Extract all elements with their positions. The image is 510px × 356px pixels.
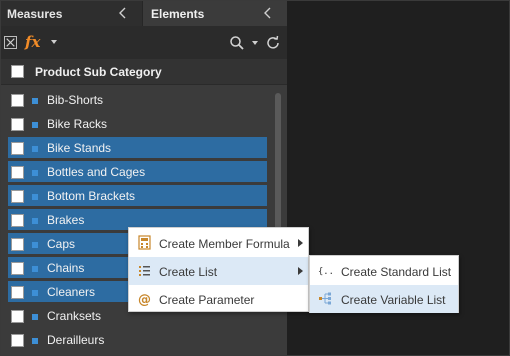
svg-text:@: @ [138, 293, 151, 307]
member-marker-icon [32, 314, 38, 320]
formula-fx-icon[interactable]: fx [25, 33, 40, 51]
menu-item-label: Create Member Formula [159, 237, 290, 251]
member-marker-icon [32, 242, 38, 248]
member-marker-icon [32, 290, 38, 296]
item-checkbox[interactable] [11, 310, 24, 323]
member-marker-icon [32, 338, 38, 344]
member-marker-icon [32, 194, 38, 200]
item-checkbox[interactable] [11, 334, 24, 347]
menu-item-label: Create Parameter [159, 293, 255, 307]
svg-text:{..}: {..} [318, 267, 333, 277]
member-marker-icon [32, 218, 38, 224]
collapse-chevron-icon[interactable] [116, 6, 130, 20]
item-label: Chains [47, 261, 85, 275]
list-item-selected[interactable]: Bottles and Cages [1, 161, 287, 185]
list-header-title: Product Sub Category [35, 65, 162, 79]
collapse-chevron-icon[interactable] [261, 6, 275, 20]
tab-elements-label: Elements [151, 6, 205, 21]
item-checkbox[interactable] [11, 286, 24, 299]
member-marker-icon [32, 98, 38, 104]
menu-item-create-variable-list[interactable]: Create Variable List [310, 285, 458, 313]
member-marker-icon [32, 266, 38, 272]
menu-item-create-member-formula[interactable]: Create Member Formula [129, 229, 308, 257]
item-checkbox[interactable] [11, 190, 24, 203]
toolbar: fx [1, 26, 287, 59]
search-icon[interactable] [229, 35, 245, 51]
item-label: Bib-Shorts [47, 93, 104, 107]
menu-item-label: Create List [159, 265, 218, 279]
hierarchy-icon [319, 292, 331, 305]
close-box-icon[interactable] [4, 36, 17, 49]
list-header: Product Sub Category [1, 59, 287, 85]
braces-icon: {..} [318, 267, 333, 277]
menu-item-create-list[interactable]: Create List [129, 257, 308, 285]
refresh-icon[interactable] [265, 35, 281, 51]
panel-tabs: Measures Elements [1, 1, 287, 26]
member-marker-icon [32, 170, 38, 176]
select-all-checkbox[interactable] [11, 65, 24, 78]
list-item-selected[interactable]: Bottom Brackets [1, 185, 287, 209]
menu-item-create-standard-list[interactable]: {..} Create Standard List [310, 257, 458, 285]
item-checkbox[interactable] [11, 118, 24, 131]
item-label: Cranksets [47, 309, 102, 323]
submenu-arrow-icon [298, 239, 303, 247]
list-item[interactable]: Bike Racks [1, 113, 287, 137]
item-label: Derailleurs [47, 333, 105, 347]
member-marker-icon [32, 122, 38, 128]
context-menu: Create Member Formula Create List @ Crea… [128, 227, 309, 312]
item-checkbox[interactable] [11, 214, 24, 227]
item-checkbox[interactable] [11, 166, 24, 179]
menu-item-create-parameter[interactable]: @ Create Parameter [129, 285, 308, 313]
list-icon [139, 266, 150, 276]
list-item-selected[interactable]: Bike Stands [1, 137, 287, 161]
item-checkbox[interactable] [11, 262, 24, 275]
item-checkbox[interactable] [11, 142, 24, 155]
submenu-arrow-icon [298, 267, 303, 275]
item-label: Brakes [47, 213, 85, 227]
tab-measures-label: Measures [7, 6, 63, 21]
tab-measures[interactable]: Measures [1, 1, 143, 26]
item-label: Caps [47, 237, 76, 251]
at-sign-icon: @ [138, 293, 151, 307]
list-item[interactable]: Derailleurs [1, 329, 287, 353]
formula-dropdown-icon[interactable] [51, 40, 57, 44]
item-label: Bottles and Cages [47, 165, 146, 179]
item-label: Bottom Brackets [47, 189, 136, 203]
tab-elements[interactable]: Elements [143, 1, 287, 26]
menu-item-label: Create Variable List [341, 293, 446, 307]
item-checkbox[interactable] [11, 238, 24, 251]
item-label: Bike Stands [47, 141, 112, 155]
item-label: Bike Racks [47, 117, 108, 131]
list-item[interactable]: Bib-Shorts [1, 89, 287, 113]
create-list-submenu: {..} Create Standard List Create Variabl… [309, 255, 459, 313]
member-marker-icon [32, 146, 38, 152]
calculator-icon [138, 235, 151, 250]
list-scrollbar[interactable] [275, 93, 281, 243]
item-checkbox[interactable] [11, 94, 24, 107]
search-dropdown-icon[interactable] [252, 41, 258, 45]
menu-item-label: Create Standard List [341, 265, 452, 279]
item-label: Cleaners [47, 285, 96, 299]
